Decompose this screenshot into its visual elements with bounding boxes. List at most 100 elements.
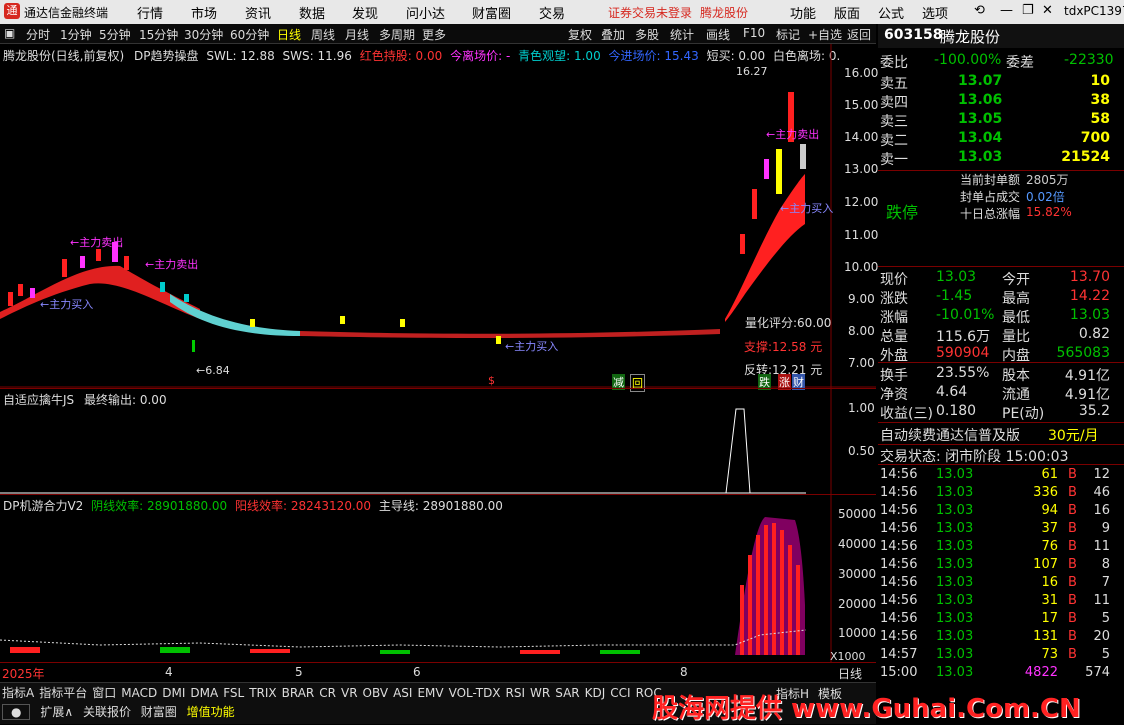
- indicator-tab[interactable]: 指标平台: [39, 686, 87, 700]
- indicator-tab[interactable]: WR: [530, 686, 550, 700]
- indicator-tab[interactable]: KDJ: [585, 686, 606, 700]
- menu-item-market[interactable]: 市场: [191, 3, 217, 22]
- expand-button[interactable]: 扩展∧: [40, 705, 73, 719]
- indicator-tab[interactable]: FSL: [223, 686, 244, 700]
- indicator-tab[interactable]: BRAR: [282, 686, 315, 700]
- indicator-tab[interactable]: 指标A: [2, 686, 34, 700]
- indicator-tab[interactable]: MACD: [121, 686, 157, 700]
- action-overlay[interactable]: 叠加: [601, 26, 625, 43]
- tick-list[interactable]: 14:56 13.03 61 B 12 14:56 13.03 336 B 46 14:56 13.0…: [878, 464, 1124, 684]
- ask-level-row[interactable]: 卖四 13.06 38: [878, 91, 1124, 111]
- indicator-tab[interactable]: VR: [341, 686, 358, 700]
- menu-item-wealth[interactable]: 财富圈: [472, 3, 511, 22]
- order-diff-value: -22330: [1064, 52, 1114, 68]
- quote-row: 涨跌 -1.45 最高 14.22: [878, 287, 1124, 307]
- action-draw[interactable]: 画线: [706, 26, 730, 43]
- tick-price: 13.03: [936, 593, 974, 608]
- trade-login-notice[interactable]: 证券交易未登录: [608, 4, 692, 21]
- action-adjust[interactable]: 复权: [568, 26, 592, 43]
- indicator-tab[interactable]: CCI: [610, 686, 630, 700]
- ask-level-row[interactable]: 卖一 13.03 21524: [878, 148, 1124, 168]
- action-f10[interactable]: F10: [743, 26, 765, 40]
- menu-item-data[interactable]: 数据: [299, 3, 325, 22]
- menu-item-formula[interactable]: 公式: [878, 3, 904, 22]
- ask-level-label: 卖五: [880, 76, 908, 92]
- indicator-tab[interactable]: ASI: [393, 686, 412, 700]
- tick-volume: 336: [1033, 485, 1058, 500]
- y-tick: 9.00: [848, 292, 875, 306]
- tick-time: 14:56: [880, 629, 918, 644]
- period-more[interactable]: 更多: [422, 26, 446, 43]
- ask-price: 13.04: [958, 130, 1003, 146]
- period-daily[interactable]: 日线: [277, 26, 301, 43]
- period-monthly[interactable]: 月线: [345, 26, 369, 43]
- ad-banner[interactable]: 自动续费通达信普及版 30元/月: [878, 422, 1124, 444]
- order-ratio-value: -100.00%: [934, 52, 1002, 68]
- indicator-tab[interactable]: VOL-TDX: [449, 686, 501, 700]
- tick-count: 9: [1101, 521, 1110, 536]
- menu-item-layout[interactable]: 版面: [834, 3, 860, 22]
- period-multi[interactable]: 多周期: [379, 26, 415, 43]
- tick-count: 11: [1093, 593, 1110, 608]
- related-quotes-button[interactable]: 关联报价: [83, 705, 131, 719]
- y-tick: 8.00: [848, 324, 875, 338]
- period-30min[interactable]: 30分钟: [184, 26, 223, 43]
- menu-item-trade[interactable]: 交易: [539, 3, 565, 22]
- tick-side: B: [1068, 521, 1077, 536]
- wealth-circle-button[interactable]: 财富圈: [141, 705, 177, 719]
- action-back[interactable]: 返回: [847, 26, 871, 43]
- toggle-icon[interactable]: ●: [2, 704, 31, 720]
- menu-item-ask[interactable]: 问小达: [406, 3, 445, 22]
- minimize-icon[interactable]: —: [1000, 3, 1013, 18]
- indicator-tab[interactable]: TRIX: [249, 686, 276, 700]
- period-15min[interactable]: 15分钟: [139, 26, 178, 43]
- ask-level-row[interactable]: 卖五 13.07 10: [878, 72, 1124, 92]
- menu-item-discover[interactable]: 发现: [352, 3, 378, 22]
- sub-panel-adaptive[interactable]: 自适应擒牛JS 最终输出: 0.00 1.00 0.50: [0, 388, 876, 495]
- fund-label: PE(动): [1002, 406, 1045, 422]
- quote-label: 涨幅: [880, 310, 908, 326]
- fund-value: 4.91亿: [1064, 368, 1110, 384]
- menu-item-news[interactable]: 资讯: [245, 3, 271, 22]
- menu-item-options[interactable]: 选项: [922, 3, 948, 22]
- sub-panel-dp-force[interactable]: DP机游合力V2 阴线效率: 28901880.00 阳线效率: 2824312…: [0, 494, 876, 663]
- action-mark[interactable]: 标记: [776, 26, 800, 43]
- close-icon[interactable]: ✕: [1042, 3, 1053, 18]
- main-kline-panel[interactable]: 腾龙股份(日线,前复权) DP趋势操盘 SWL: 12.88 SWS: 11.9…: [0, 44, 879, 392]
- ask-level-row[interactable]: 卖三 13.05 58: [878, 110, 1124, 130]
- quote-value: 14.22: [1069, 288, 1110, 304]
- dp-force-svg: [0, 495, 832, 663]
- toolbar-toggle-icon[interactable]: ▣: [4, 26, 15, 40]
- period-1min[interactable]: 1分钟: [60, 26, 92, 43]
- ask-volume: 38: [1090, 92, 1110, 108]
- indicator-tab[interactable]: EMV: [417, 686, 443, 700]
- restore-icon[interactable]: ❐: [1022, 3, 1034, 18]
- fund-value: 23.55%: [936, 365, 990, 381]
- period-weekly[interactable]: 周线: [311, 26, 335, 43]
- indicator-tab[interactable]: RSI: [506, 686, 526, 700]
- period-60min[interactable]: 60分钟: [230, 26, 269, 43]
- quote-label: 涨跌: [880, 291, 908, 307]
- y-tick: 13.00: [844, 162, 879, 176]
- period-5min[interactable]: 5分钟: [99, 26, 131, 43]
- action-add-watch[interactable]: +自选: [808, 26, 842, 43]
- value-added-button[interactable]: 增值功能: [187, 705, 235, 719]
- refresh-icon[interactable]: ⟲: [974, 3, 985, 18]
- ask-level-row[interactable]: 卖二 13.04 700: [878, 129, 1124, 149]
- indicator-tab[interactable]: 窗口: [92, 686, 116, 700]
- indicator-tab[interactable]: OBV: [363, 686, 389, 700]
- ten-day-gain: 15.82%: [1026, 205, 1072, 219]
- indicator-tab[interactable]: DMA: [190, 686, 218, 700]
- menu-item-function[interactable]: 功能: [790, 3, 816, 22]
- indicator-tab[interactable]: SAR: [555, 686, 579, 700]
- period-minute[interactable]: 分时: [26, 26, 50, 43]
- adaptive-svg: [0, 389, 832, 495]
- indicator-tab[interactable]: CR: [319, 686, 336, 700]
- tick-time: 14:56: [880, 503, 918, 518]
- action-multi-stock[interactable]: 多股: [635, 26, 659, 43]
- tick-volume: 73: [1041, 647, 1058, 662]
- indicator-tab[interactable]: DMI: [162, 686, 185, 700]
- action-stats[interactable]: 统计: [670, 26, 694, 43]
- seal-ratio: 0.02倍: [1026, 190, 1065, 204]
- menu-item-quotes[interactable]: 行情: [137, 3, 163, 22]
